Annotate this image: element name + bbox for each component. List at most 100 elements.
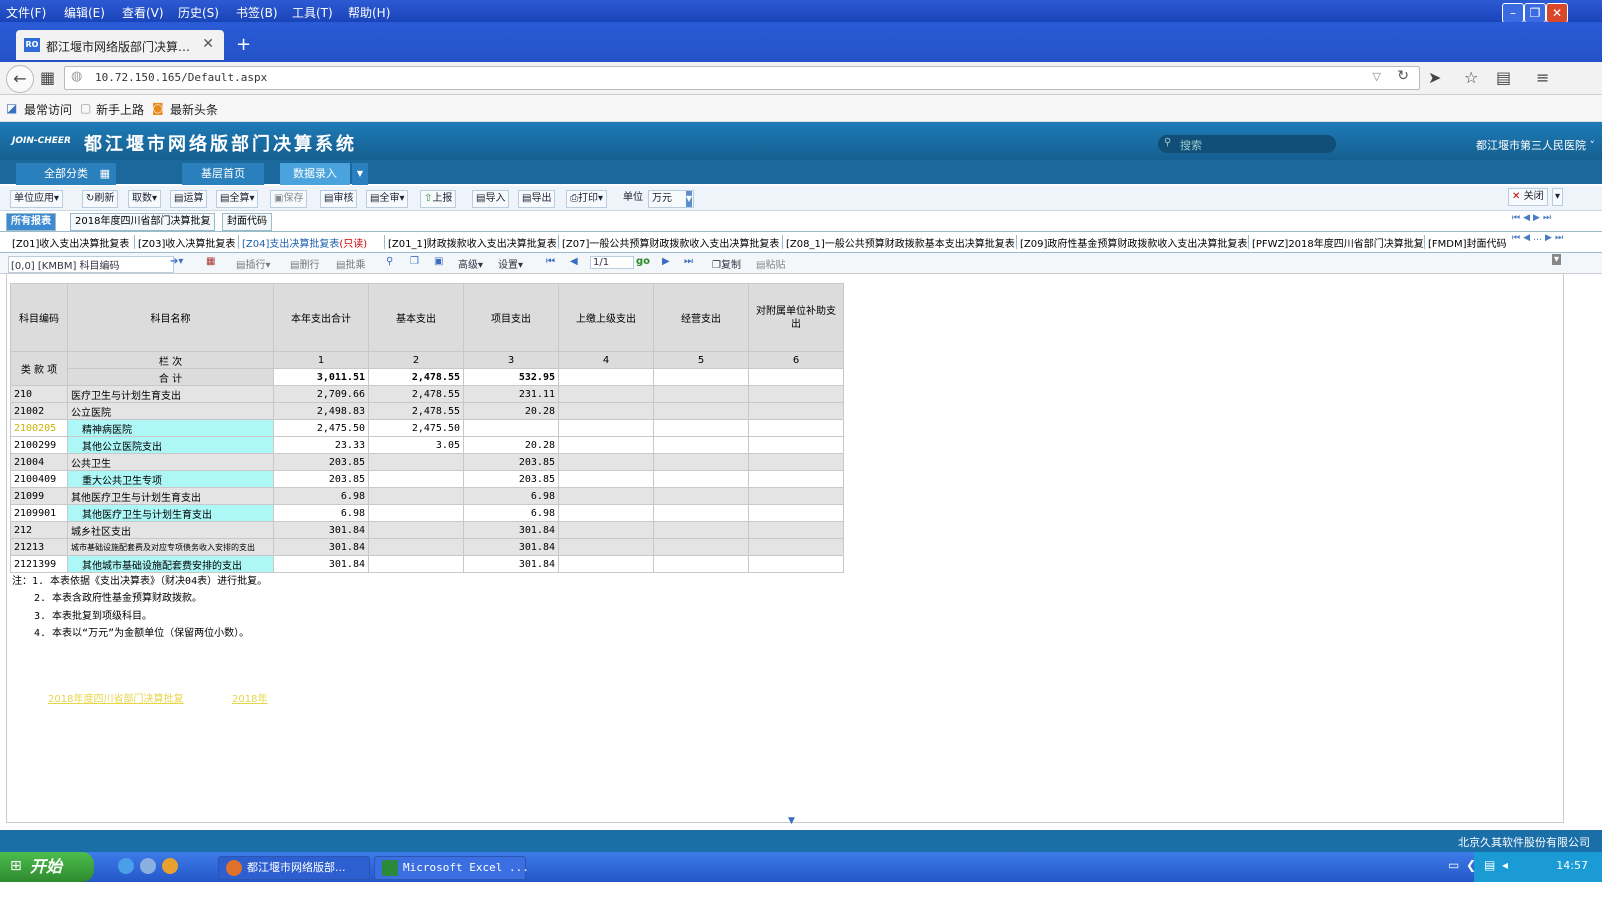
value-cell[interactable] bbox=[558, 470, 654, 488]
value-cell[interactable]: 6.98 bbox=[463, 487, 559, 505]
name-cell[interactable]: 城乡社区支出 bbox=[67, 521, 274, 539]
value-cell[interactable]: 2,478.55 bbox=[368, 385, 464, 403]
name-cell[interactable]: 公共卫生 bbox=[67, 453, 274, 471]
code-cell[interactable]: 21004 bbox=[10, 453, 68, 471]
bookmark-latest-headlines[interactable]: 最新头条 bbox=[170, 101, 218, 118]
report-tab-nav-icons[interactable]: ⏮◀…▶⏭ bbox=[1512, 233, 1566, 243]
ie-icon[interactable] bbox=[118, 858, 134, 874]
value-cell[interactable]: 2,475.50 bbox=[273, 419, 369, 437]
calc-button[interactable]: ▤运算 bbox=[170, 190, 208, 208]
footer-link-year[interactable]: 2018年 bbox=[232, 690, 267, 705]
import-button[interactable]: ▤导入 bbox=[472, 190, 510, 208]
code-cell[interactable]: 212 bbox=[10, 521, 68, 539]
value-cell[interactable]: 203.85 bbox=[463, 470, 559, 488]
value-cell[interactable]: 23.33 bbox=[273, 436, 369, 454]
total-cell[interactable]: 2,478.55 bbox=[368, 368, 464, 386]
value-cell[interactable] bbox=[653, 470, 749, 488]
value-cell[interactable]: 20.28 bbox=[463, 436, 559, 454]
value-cell[interactable] bbox=[368, 521, 464, 539]
value-cell[interactable] bbox=[368, 470, 464, 488]
value-cell[interactable] bbox=[368, 538, 464, 556]
formula-scroll-icon[interactable]: ▾ bbox=[1552, 254, 1562, 265]
value-cell[interactable] bbox=[558, 402, 654, 420]
value-cell[interactable] bbox=[748, 402, 844, 420]
prev-page-icon[interactable]: ◀ bbox=[570, 256, 578, 267]
value-cell[interactable] bbox=[748, 436, 844, 454]
value-cell[interactable] bbox=[558, 555, 654, 573]
tab-cover-code[interactable]: 封面代码 bbox=[222, 213, 272, 231]
total-cell[interactable]: 532.95 bbox=[463, 368, 559, 386]
bookmark-most-visited[interactable]: 最常访问 bbox=[24, 101, 72, 118]
value-cell[interactable] bbox=[558, 487, 654, 505]
user-unit-menu[interactable]: 都江堰市第三人民医院 ˅ bbox=[1476, 137, 1595, 153]
footer-link-approval[interactable]: 2018年度四川省部门决算批复 bbox=[48, 690, 183, 705]
insert-row-button[interactable]: ▤插行▾ bbox=[236, 256, 270, 271]
cell-ref-input[interactable]: [0,0] [KMBM] 科目编码 bbox=[8, 256, 174, 273]
value-cell[interactable] bbox=[748, 504, 844, 522]
reading-list-icon[interactable]: ▤ bbox=[1496, 68, 1511, 87]
name-cell[interactable]: 其他公立医院支出 bbox=[67, 436, 274, 454]
dropdown-icon[interactable]: ▽ bbox=[1373, 70, 1381, 83]
total-cell[interactable] bbox=[653, 368, 749, 386]
value-cell[interactable] bbox=[653, 453, 749, 471]
chrome-icon[interactable] bbox=[162, 858, 178, 874]
name-cell[interactable]: 重大公共卫生专项 bbox=[67, 470, 274, 488]
browser-tab[interactable]: RO 都江堰市网络版部门决算… ✕ bbox=[16, 30, 224, 60]
explorer-icon[interactable] bbox=[140, 858, 156, 874]
tab-home[interactable]: 基层首页 bbox=[182, 163, 264, 185]
network-icon[interactable]: ▤ bbox=[1484, 858, 1495, 872]
tab-close-icon[interactable]: ✕ bbox=[202, 36, 214, 52]
value-cell[interactable] bbox=[748, 521, 844, 539]
value-cell[interactable] bbox=[653, 538, 749, 556]
value-cell[interactable] bbox=[653, 402, 749, 420]
value-cell[interactable]: 20.28 bbox=[463, 402, 559, 420]
name-cell[interactable]: 公立医院 bbox=[67, 402, 274, 420]
report-tab-z07[interactable]: [Z07]一般公共预算财政拨款收入支出决算批复表 bbox=[562, 235, 779, 250]
subtab-nav-icons[interactable]: ⏮◀▶⏭ bbox=[1512, 213, 1554, 223]
report-tab-pfwz[interactable]: [PFWZ]2018年度四川省部门决算批复 bbox=[1252, 235, 1424, 250]
value-cell[interactable] bbox=[748, 453, 844, 471]
value-cell[interactable]: 231.11 bbox=[463, 385, 559, 403]
value-cell[interactable] bbox=[558, 453, 654, 471]
close-button[interactable]: ✕ 关闭 bbox=[1508, 188, 1548, 206]
value-cell[interactable]: 301.84 bbox=[463, 538, 559, 556]
total-cell[interactable] bbox=[748, 368, 844, 386]
value-cell[interactable] bbox=[653, 385, 749, 403]
last-page-icon[interactable]: ⏭ bbox=[684, 256, 693, 267]
value-cell[interactable] bbox=[558, 538, 654, 556]
total-cell[interactable] bbox=[558, 368, 654, 386]
collapse-icon[interactable]: ▼ bbox=[788, 816, 795, 826]
value-cell[interactable] bbox=[748, 470, 844, 488]
keyboard-icon[interactable]: ▭ bbox=[1448, 858, 1459, 872]
audit-button[interactable]: ▤审核 bbox=[320, 190, 358, 208]
report-tab-z03[interactable]: [Z03]收入决算批复表 bbox=[138, 235, 235, 250]
next-page-icon[interactable]: ▶ bbox=[662, 256, 670, 267]
send-icon[interactable]: ➤ bbox=[1428, 68, 1441, 87]
value-cell[interactable] bbox=[558, 504, 654, 522]
value-cell[interactable]: 6.98 bbox=[463, 504, 559, 522]
bookmark-getting-started[interactable]: 新手上路 bbox=[96, 101, 144, 118]
value-cell[interactable] bbox=[653, 555, 749, 573]
value-cell[interactable]: 203.85 bbox=[463, 453, 559, 471]
value-cell[interactable]: 2,475.50 bbox=[368, 419, 464, 437]
find-icon[interactable]: ⚲ bbox=[386, 256, 393, 267]
value-cell[interactable] bbox=[653, 521, 749, 539]
value-cell[interactable] bbox=[653, 419, 749, 437]
code-cell[interactable]: 2100299 bbox=[10, 436, 68, 454]
tab-data-entry[interactable]: 数据录入 bbox=[280, 163, 350, 185]
url-bar[interactable]: ◍ 10.72.150.165/Default.aspx ▽ ↻ bbox=[64, 66, 1420, 90]
name-cell[interactable]: 其他医疗卫生与计划生育支出 bbox=[67, 487, 274, 505]
export-button[interactable]: ▤导出 bbox=[518, 190, 556, 208]
tab-more-icon[interactable]: ▼ bbox=[352, 163, 368, 185]
value-cell[interactable] bbox=[558, 385, 654, 403]
report-tab-fmdm[interactable]: [FMDM]封面代码 bbox=[1428, 235, 1510, 250]
menu-tools[interactable]: 工具(T) bbox=[292, 4, 333, 21]
copy-sheet-icon[interactable]: ❐ bbox=[410, 256, 419, 267]
unit-select[interactable]: 万元 ▼ bbox=[648, 190, 694, 208]
copy-button[interactable]: ❐复制 bbox=[712, 256, 741, 271]
code-cell[interactable]: 2121399 bbox=[10, 555, 68, 573]
page-input[interactable]: 1/1 bbox=[590, 256, 634, 269]
minimize-icon[interactable]: – bbox=[1502, 3, 1524, 23]
code-cell[interactable]: 21002 bbox=[10, 402, 68, 420]
code-cell[interactable]: 2100409 bbox=[10, 470, 68, 488]
